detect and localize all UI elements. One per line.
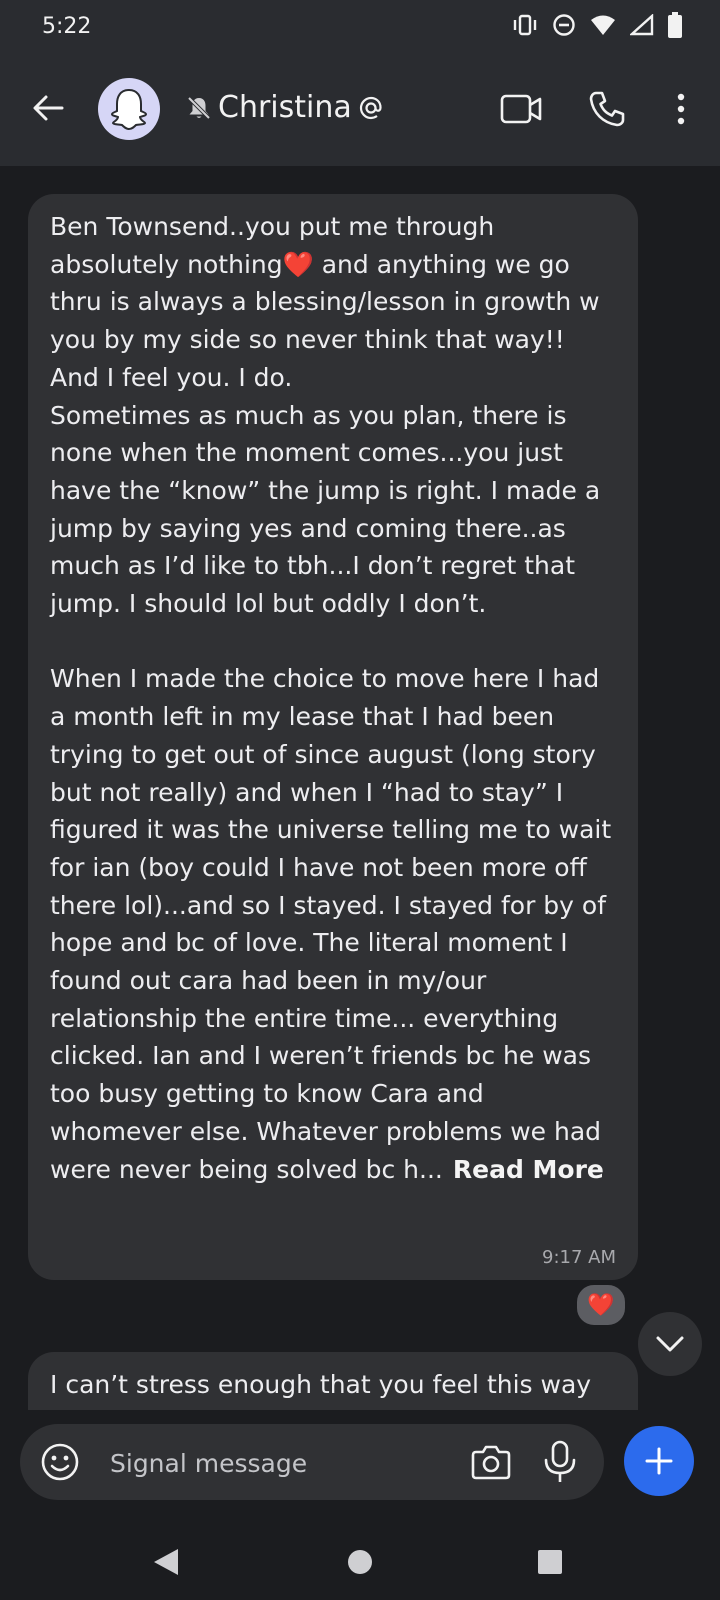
camera-icon	[471, 1445, 511, 1480]
scroll-to-bottom-button[interactable]	[638, 1312, 702, 1376]
plus-icon	[645, 1447, 673, 1475]
wifi-icon	[590, 14, 616, 36]
battery-icon	[668, 12, 682, 38]
heart-emoji: ❤️	[282, 249, 314, 279]
vibrate-icon	[512, 14, 538, 36]
chevron-down-icon	[656, 1336, 684, 1352]
more-options-button[interactable]	[660, 88, 702, 130]
heart-reaction: ❤️	[587, 1292, 615, 1318]
contact-name: Christina	[218, 90, 352, 125]
video-call-icon	[500, 94, 542, 124]
message-timestamp: 9:17 AM	[542, 1247, 616, 1268]
square-recents-icon	[538, 1550, 562, 1574]
at-sign-icon	[359, 96, 382, 119]
avatar[interactable]	[98, 78, 160, 140]
status-time: 5:22	[42, 14, 92, 39]
message-bubble[interactable]: I can’t stress enough that you feel this…	[28, 1352, 638, 1410]
attach-button[interactable]	[624, 1426, 694, 1496]
message-input[interactable]	[108, 1440, 442, 1486]
composer	[20, 1424, 604, 1500]
message-text: Ben Townsend..you put me through absolut…	[50, 208, 616, 1188]
circle-home-icon	[348, 1550, 372, 1574]
contact-title[interactable]: Christina	[186, 90, 384, 125]
composer-area	[0, 1410, 720, 1520]
reaction-badge[interactable]: ❤️	[574, 1282, 628, 1328]
triangle-back-icon	[154, 1549, 178, 1575]
emoji-button[interactable]	[40, 1442, 80, 1482]
do-not-disturb-icon	[552, 13, 576, 37]
voice-call-button[interactable]	[586, 88, 628, 130]
phone-call-icon	[589, 91, 625, 127]
camera-button[interactable]	[470, 1442, 512, 1482]
nav-recents-button[interactable]	[530, 1542, 570, 1582]
nav-home-button[interactable]	[340, 1542, 380, 1582]
back-button[interactable]	[28, 88, 68, 128]
back-arrow-icon	[33, 95, 64, 121]
voice-note-button[interactable]	[542, 1440, 578, 1484]
message-list[interactable]: Ben Townsend..you put me through absolut…	[0, 166, 720, 1410]
bell-muted-icon	[187, 96, 211, 119]
message-text-part: and anything we go thru is always a bles…	[50, 249, 612, 1184]
signal-icon	[630, 14, 654, 36]
system-navigation-bar	[0, 1520, 720, 1600]
emoji-icon	[41, 1443, 79, 1481]
message-bubble[interactable]: Ben Townsend..you put me through absolut…	[28, 194, 638, 1280]
video-call-button[interactable]	[500, 88, 542, 130]
ghost-avatar-icon	[110, 88, 148, 131]
microphone-icon	[544, 1440, 576, 1482]
nav-back-button[interactable]	[146, 1542, 186, 1582]
conversation-header: Christina	[0, 56, 720, 166]
read-more-link[interactable]: Read More	[453, 1155, 604, 1184]
status-icons	[512, 12, 682, 38]
message-text: I can’t stress enough that you feel this…	[50, 1370, 592, 1399]
more-options-icon	[677, 93, 685, 125]
status-bar: 5:22	[0, 0, 720, 56]
